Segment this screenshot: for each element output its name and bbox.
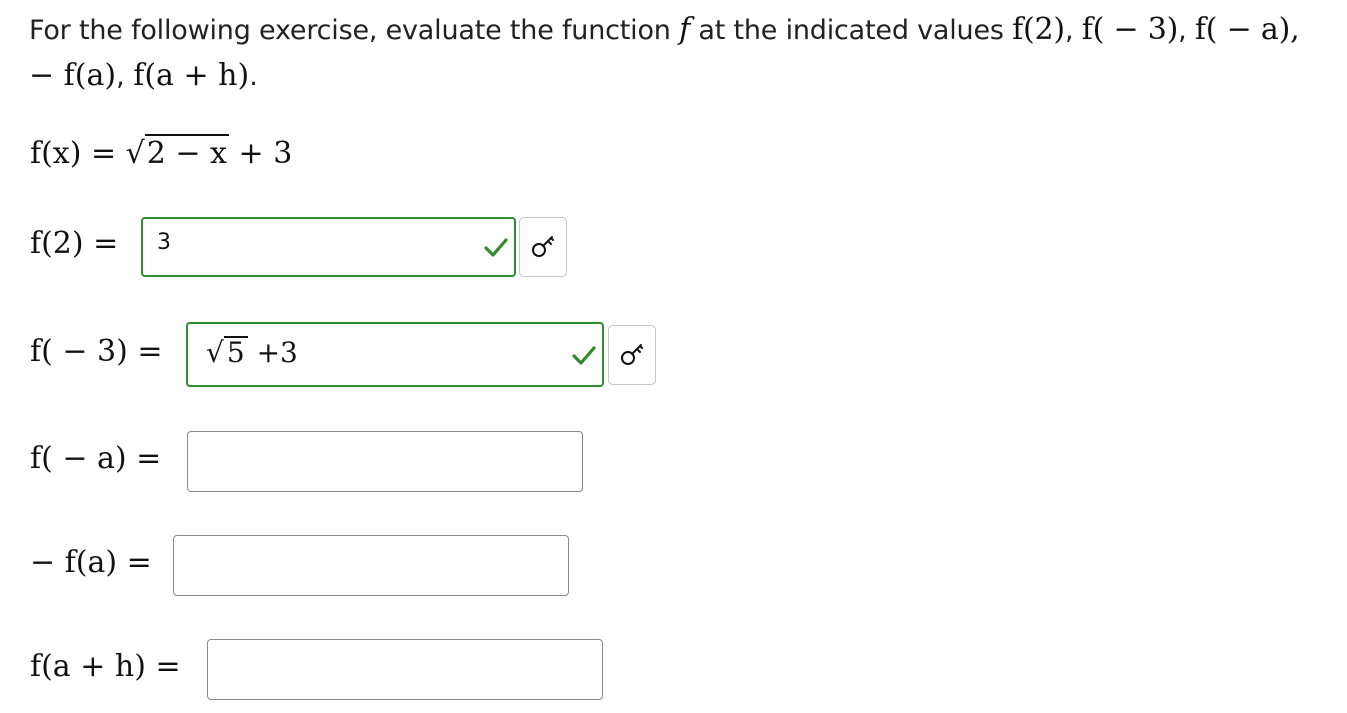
prompt-separator: , xyxy=(1064,15,1082,46)
row-label: f( − a) = xyxy=(30,441,162,476)
radical-sign: √ xyxy=(125,136,145,171)
answer-rest: +3 xyxy=(247,336,298,369)
prompt-func-letter: f xyxy=(679,12,690,47)
check-icon xyxy=(572,345,596,365)
sqrt-expression: √2 − x xyxy=(126,132,229,176)
answer-input-neg-fa[interactable] xyxy=(173,535,569,596)
prompt-value-f-neg3: f( − 3) xyxy=(1081,12,1179,47)
function-rest: + 3 xyxy=(228,136,293,171)
answer-input-f-a-plus-h[interactable] xyxy=(207,639,603,700)
prompt-separator: , xyxy=(1178,15,1195,46)
prompt-value-f2: f(2) xyxy=(1012,12,1065,47)
prompt-text-middle: at the indicated values xyxy=(689,15,1013,46)
answer-value: 3 xyxy=(157,230,171,255)
prompt-separator: , xyxy=(116,61,134,92)
show-answer-key-button-f2[interactable] xyxy=(519,217,567,277)
radical-sign: √ xyxy=(206,336,224,369)
row-label: f(a + h) = xyxy=(30,649,181,684)
show-answer-key-button-f-neg3[interactable] xyxy=(608,325,656,385)
key-icon xyxy=(532,236,554,257)
answer-radicand: 5 xyxy=(223,336,248,368)
exercise-prompt-line2: − f(a), f(a + h). xyxy=(29,54,258,99)
row-label: f( − 3) = xyxy=(30,334,163,369)
function-lhs: f(x) = xyxy=(30,136,126,171)
answer-input-f2[interactable]: 3 xyxy=(141,217,516,277)
exercise-prompt: For the following exercise, evaluate the… xyxy=(29,8,1347,53)
prompt-value-neg-fa: − f(a) xyxy=(29,58,117,93)
key-icon xyxy=(621,344,643,365)
sqrt-radicand: 2 − x xyxy=(144,134,229,171)
answer-input-f-neg-a[interactable] xyxy=(187,431,583,492)
check-icon xyxy=(484,238,508,257)
answer-value: √ 5 +3 xyxy=(206,336,298,369)
prompt-period: . xyxy=(249,61,258,92)
function-definition: f(x) = √2 − x + 3 xyxy=(30,132,292,176)
prompt-value-f-a-plus-h: f(a + h) xyxy=(133,58,250,93)
row-label: f(2) = xyxy=(30,226,119,261)
prompt-text-before: For the following exercise, evaluate the… xyxy=(29,15,680,46)
answer-input-f-neg3[interactable]: √ 5 +3 xyxy=(186,322,604,387)
row-label: − f(a) = xyxy=(30,545,152,580)
prompt-value-f-neg-a: f( − a), xyxy=(1194,12,1300,47)
